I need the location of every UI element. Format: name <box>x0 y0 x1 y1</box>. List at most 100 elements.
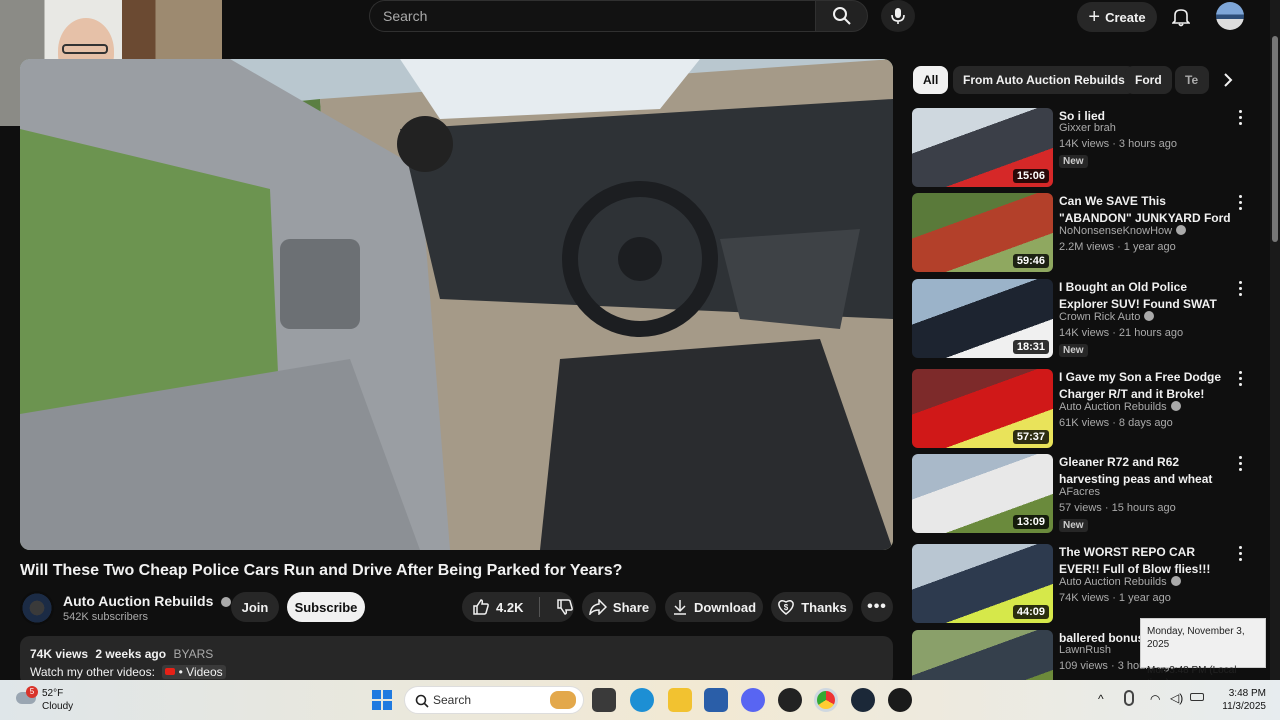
related-video-item[interactable]: 13:09 Gleaner R72 and R62 harvesting peas… <box>912 454 1264 534</box>
start-button[interactable] <box>372 690 392 710</box>
weather-widget[interactable]: 5 52°F Cloudy <box>16 686 76 716</box>
more-options-icon[interactable] <box>1234 454 1246 472</box>
related-channel[interactable]: Auto Auction Rebuilds <box>1059 401 1181 413</box>
steam-icon[interactable] <box>851 688 875 712</box>
taskbar-clock[interactable]: 3:48 PM 11/3/2025 <box>1214 687 1266 713</box>
weather-badge: 5 <box>26 686 38 698</box>
chip-te[interactable]: Te <box>1175 66 1209 94</box>
related-video-title[interactable]: The WORST REPO CAR EVER!! Full of Blow f… <box>1059 544 1233 578</box>
create-button[interactable]: + Create <box>1077 2 1157 32</box>
dislike-button[interactable] <box>556 598 574 616</box>
hashtag[interactable]: BYARS <box>173 647 213 661</box>
voice-search-button[interactable] <box>881 0 915 32</box>
related-channel-name: Auto Auction Rebuilds <box>1059 576 1167 588</box>
more-icon: ••• <box>867 598 887 615</box>
related-channel[interactable]: Gixxer brah <box>1059 122 1116 134</box>
taskbar-search-label: Search <box>433 693 472 707</box>
discord-icon[interactable] <box>741 688 765 712</box>
task-view-icon[interactable] <box>592 688 616 712</box>
thanks-icon: $ <box>778 599 795 615</box>
video-thumbnail[interactable]: 44:09 <box>912 544 1053 623</box>
new-badge: New <box>1059 155 1088 168</box>
videos-link[interactable]: • Videos <box>162 665 226 679</box>
join-button[interactable]: Join <box>231 592 279 622</box>
video-thumbnail[interactable]: 18:31 <box>912 279 1053 358</box>
related-video-item[interactable]: 44:09 The WORST REPO CAR EVER!! Full of B… <box>912 544 1264 624</box>
more-options-icon[interactable] <box>1234 193 1246 211</box>
chip-from-channel[interactable]: From Auto Auction Rebuilds <box>953 66 1135 94</box>
related-channel[interactable]: Auto Auction Rebuilds <box>1059 576 1181 588</box>
subscribe-button[interactable]: Subscribe <box>287 592 365 622</box>
video-thumbnail[interactable]: 57:37 <box>912 369 1053 448</box>
battery-icon[interactable] <box>1190 693 1204 701</box>
related-video-item[interactable]: 59:46 Can We SAVE This "ABANDON" JUNKYARD… <box>912 193 1264 273</box>
related-video-title[interactable]: Gleaner R72 and R62 harvesting peas and … <box>1059 454 1233 488</box>
search-highlight-icon <box>550 691 576 709</box>
download-icon <box>673 600 686 615</box>
windows-icon <box>372 690 392 710</box>
video-thumbnail[interactable]: 59:46 <box>912 193 1053 272</box>
video-thumbnail[interactable]: 15:06 <box>912 108 1053 187</box>
like-button[interactable]: 4.2K <box>472 598 523 616</box>
more-actions-button[interactable]: ••• <box>861 592 893 622</box>
microphone-icon[interactable] <box>1124 690 1134 706</box>
chip-ford[interactable]: Ford <box>1125 66 1172 94</box>
verified-icon <box>1176 225 1187 235</box>
description-box[interactable]: 74K views 2 weeks ago BYARS Watch my oth… <box>20 636 893 686</box>
related-channel[interactable]: NoNonsenseKnowHow <box>1059 225 1187 237</box>
taskbar-search[interactable]: Search <box>404 686 584 714</box>
thanks-button[interactable]: $ Thanks <box>771 592 853 622</box>
app-icon[interactable] <box>778 688 802 712</box>
download-button[interactable]: Download <box>665 592 763 622</box>
video-player[interactable] <box>20 59 893 550</box>
new-badge: New <box>1059 519 1088 532</box>
notifications-button[interactable] <box>1168 4 1194 30</box>
share-button[interactable]: Share <box>582 592 656 622</box>
video-thumbnail[interactable]: 13:09 <box>912 454 1053 533</box>
record-app-icon[interactable] <box>888 688 912 712</box>
search-icon <box>832 7 851 25</box>
related-channel-name: Gixxer brah <box>1059 122 1116 134</box>
thumbs-up-icon <box>473 599 489 615</box>
share-label: Share <box>612 599 650 615</box>
related-channel[interactable]: AFacres <box>1059 486 1100 498</box>
related-video-title[interactable]: I Gave my Son a Free Dodge Charger R/T a… <box>1059 369 1233 403</box>
more-options-icon[interactable] <box>1234 544 1246 562</box>
scrollbar[interactable] <box>1270 0 1280 680</box>
related-video-title[interactable]: Can We SAVE This "ABANDON" JUNKYARD Ford… <box>1059 193 1233 227</box>
file-explorer-icon[interactable] <box>668 688 692 712</box>
chevron-up-icon[interactable]: ^ <box>1098 692 1104 706</box>
scrollbar-thumb[interactable] <box>1272 36 1278 242</box>
more-options-icon[interactable] <box>1234 279 1246 297</box>
volume-icon[interactable]: ◁) <box>1170 691 1183 705</box>
edge-icon[interactable] <box>630 688 654 712</box>
store-icon[interactable] <box>704 688 728 712</box>
channel-name[interactable]: Auto Auction Rebuilds <box>63 593 232 609</box>
related-meta: 57 views · 15 hours ago <box>1059 502 1176 514</box>
plus-icon: + <box>1088 6 1101 28</box>
chips-next-button[interactable] <box>1210 66 1246 94</box>
chrome-icon[interactable] <box>814 688 838 712</box>
related-meta: 74K views · 1 year ago <box>1059 592 1171 604</box>
more-options-icon[interactable] <box>1234 369 1246 387</box>
related-video-title[interactable]: I Bought an Old Police Explorer SUV! Fou… <box>1059 279 1233 313</box>
search-button[interactable] <box>815 0 868 32</box>
download-label: Download <box>693 599 757 615</box>
related-video-item[interactable]: 57:37 I Gave my Son a Free Dodge Charger … <box>912 369 1264 449</box>
video-duration: 13:09 <box>1012 515 1049 529</box>
related-video-item[interactable]: 18:31 I Bought an Old Police Explorer SUV… <box>912 279 1264 359</box>
verified-icon <box>1144 311 1155 321</box>
new-badge: New <box>1059 344 1088 357</box>
clock-time: 3:48 PM <box>1228 688 1266 699</box>
channel-avatar[interactable] <box>20 591 54 625</box>
account-avatar[interactable] <box>1216 2 1244 30</box>
videos-link-label: • Videos <box>178 665 223 679</box>
description-meta: 74K views 2 weeks ago BYARS <box>30 647 213 661</box>
related-channel[interactable]: Crown Rick Auto <box>1059 311 1155 323</box>
chip-all[interactable]: All <box>913 66 949 94</box>
more-options-icon[interactable] <box>1234 108 1246 126</box>
wifi-icon[interactable]: ◠ <box>1150 692 1160 706</box>
search-input[interactable]: Search <box>369 0 815 32</box>
related-channel[interactable]: LawnRush <box>1059 644 1111 656</box>
related-video-item[interactable]: 15:06 So i lied Gixxer brah 14K views · 3 h… <box>912 108 1264 188</box>
